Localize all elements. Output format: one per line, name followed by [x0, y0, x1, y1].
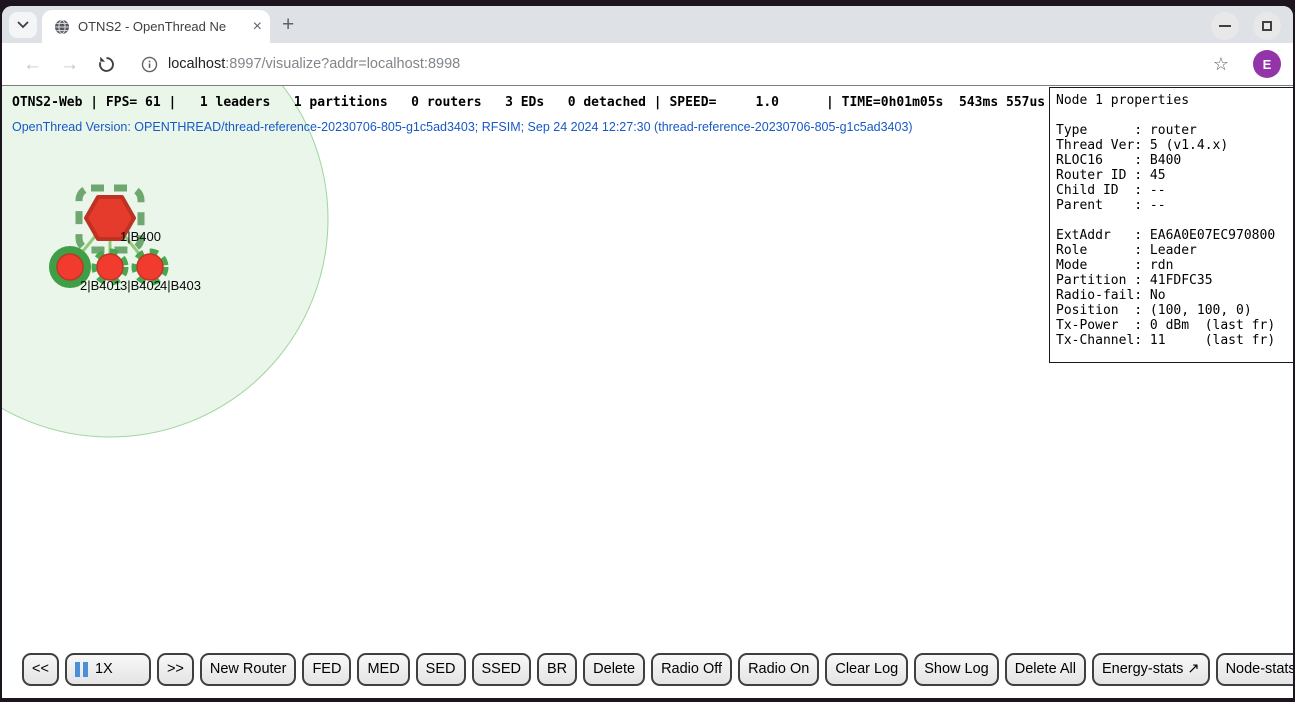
reload-icon[interactable]: [97, 55, 116, 74]
node-label-3[interactable]: 3|B402: [120, 278, 161, 293]
desktop-background: OTNS2 - OpenThread Ne × + ← →: [0, 0, 1295, 702]
globe-favicon-icon: [54, 19, 70, 35]
omnibox[interactable]: localhost:8997/visualize?addr=localhost:…: [129, 48, 1241, 80]
openthread-version-line: OpenThread Version: OPENTHREAD/thread-re…: [12, 120, 913, 134]
tab-close-icon[interactable]: ×: [253, 19, 262, 35]
node-stats-button[interactable]: Node-stats ↗: [1216, 653, 1293, 686]
address-bar: ← → localhost:8997/visualize?addr=localh…: [2, 43, 1293, 86]
med-button[interactable]: MED: [357, 653, 409, 686]
pause-icon: [83, 662, 88, 677]
url-host: localhost: [168, 56, 225, 72]
chevron-down-icon: [17, 21, 29, 29]
maximize-button[interactable]: [1253, 12, 1281, 40]
speed-pause-button[interactable]: 1X: [65, 653, 151, 686]
properties-title: Node 1 properties: [1056, 93, 1288, 108]
node-properties-panel: Node 1 properties Type : router Thread V…: [1049, 87, 1293, 363]
speed-label: 1X: [95, 660, 113, 679]
url-text: localhost:8997/visualize?addr=localhost:…: [168, 56, 460, 72]
page-content: OTNS2-Web | FPS= 61 | 1 leaders 1 partit…: [2, 86, 1293, 698]
speed-up-button[interactable]: >>: [157, 653, 194, 686]
speed-down-button[interactable]: <<: [22, 653, 59, 686]
tab-strip: OTNS2 - OpenThread Ne × +: [2, 6, 1293, 43]
minimize-button[interactable]: [1211, 12, 1239, 40]
br-button[interactable]: BR: [537, 653, 577, 686]
browser-window: OTNS2 - OpenThread Ne × + ← →: [2, 6, 1293, 698]
node-label-2[interactable]: 2|B401: [80, 278, 121, 293]
action-toolbar: << 1X >> New Router FED MED SED SSED BR …: [22, 653, 1293, 686]
profile-avatar[interactable]: E: [1253, 50, 1281, 78]
fed-button[interactable]: FED: [302, 653, 351, 686]
maximize-icon: [1262, 21, 1272, 31]
sed-button[interactable]: SED: [416, 653, 466, 686]
tab-search-button[interactable]: [9, 12, 37, 38]
energy-stats-button[interactable]: Energy-stats ↗: [1092, 653, 1210, 686]
url-path: :8997/visualize?addr=localhost:8998: [225, 56, 460, 72]
new-router-button[interactable]: New Router: [200, 653, 297, 686]
show-log-button[interactable]: Show Log: [914, 653, 999, 686]
status-bar: OTNS2-Web | FPS= 61 | 1 leaders 1 partit…: [12, 95, 1045, 110]
minimize-icon: [1219, 25, 1231, 27]
properties-body: Type : router Thread Ver: 5 (v1.4.x) RLO…: [1056, 123, 1288, 348]
browser-tab[interactable]: OTNS2 - OpenThread Ne ×: [42, 10, 270, 43]
ssed-button[interactable]: SSED: [472, 653, 532, 686]
bookmark-star-icon[interactable]: ☆: [1213, 54, 1229, 75]
tab-title: OTNS2 - OpenThread Ne: [78, 19, 247, 34]
info-icon[interactable]: [141, 56, 158, 73]
delete-all-button[interactable]: Delete All: [1005, 653, 1086, 686]
radio-off-button[interactable]: Radio Off: [651, 653, 732, 686]
back-icon[interactable]: ←: [23, 55, 42, 74]
node-label-4[interactable]: 4|B403: [160, 278, 201, 293]
radio-on-button[interactable]: Radio On: [738, 653, 819, 686]
node-label-1[interactable]: 1|B400: [120, 229, 161, 244]
new-tab-button[interactable]: +: [282, 15, 294, 35]
window-controls: [1211, 12, 1281, 40]
clear-log-button[interactable]: Clear Log: [825, 653, 908, 686]
pause-icon: [75, 662, 80, 677]
delete-button[interactable]: Delete: [583, 653, 645, 686]
forward-icon[interactable]: →: [60, 55, 79, 74]
